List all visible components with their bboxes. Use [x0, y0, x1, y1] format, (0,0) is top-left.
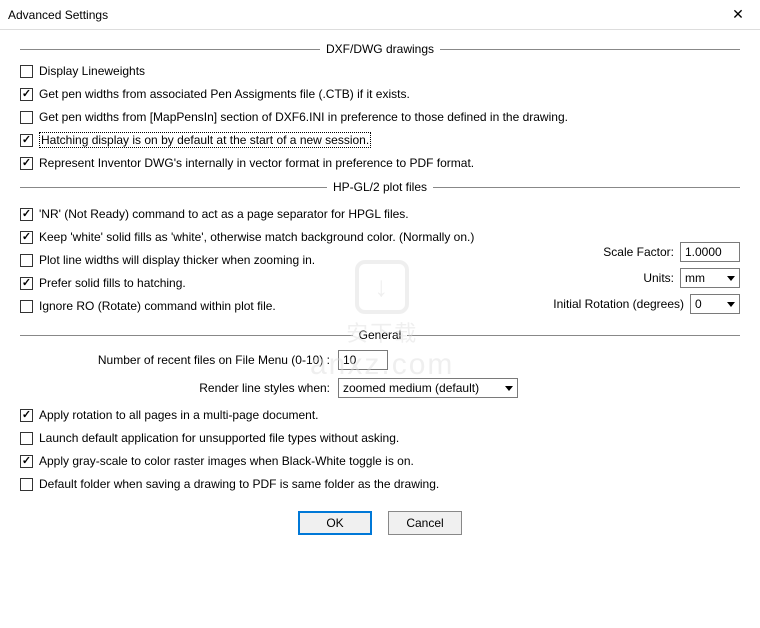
select-initial-rotation[interactable]: 0: [690, 294, 740, 314]
checkbox-default-folder[interactable]: [20, 478, 33, 491]
checkbox-represent-inventor[interactable]: [20, 157, 33, 170]
field-initial-rotation: Initial Rotation (degrees) 0: [540, 294, 740, 314]
label-pen-widths-ini: Get pen widths from [MapPensIn] section …: [39, 110, 568, 124]
checkbox-pen-widths-ctb[interactable]: [20, 88, 33, 101]
label-scale-factor: Scale Factor:: [603, 245, 674, 259]
section-header-hpgl: HP-GL/2 plot files: [20, 180, 740, 194]
row-pen-widths-ini: Get pen widths from [MapPensIn] section …: [20, 108, 740, 126]
close-button[interactable]: ✕: [716, 0, 760, 30]
select-render-line-styles[interactable]: zoomed medium (default): [338, 378, 518, 398]
label-render-line-styles: Render line styles when:: [20, 381, 330, 395]
section-header-dxf: DXF/DWG drawings: [20, 42, 740, 56]
general-inputs: Number of recent files on File Menu (0-1…: [20, 350, 740, 398]
divider: [433, 187, 740, 188]
section-title-dxf: DXF/DWG drawings: [320, 42, 440, 56]
label-hatching-default: Hatching display is on by default at the…: [39, 132, 371, 148]
ok-button-label: OK: [326, 516, 343, 530]
hpgl-checkboxes: 'NR' (Not Ready) command to act as a pag…: [20, 200, 540, 320]
label-plot-thicker: Plot line widths will display thicker wh…: [39, 253, 315, 267]
cancel-button-label: Cancel: [406, 516, 443, 530]
row-default-folder: Default folder when saving a drawing to …: [20, 475, 740, 493]
select-units-value: mm: [685, 271, 705, 285]
section-header-general: General: [20, 328, 740, 342]
input-scale-factor[interactable]: [680, 242, 740, 262]
row-keep-white: Keep 'white' solid fills as 'white', oth…: [20, 228, 540, 246]
close-icon: ✕: [732, 6, 744, 23]
section-title-hpgl: HP-GL/2 plot files: [327, 180, 433, 194]
row-pen-widths-ctb: Get pen widths from associated Pen Assig…: [20, 85, 740, 103]
checkbox-apply-rotation[interactable]: [20, 409, 33, 422]
label-keep-white: Keep 'white' solid fills as 'white', oth…: [39, 230, 474, 244]
field-scale-factor: Scale Factor:: [540, 242, 740, 262]
field-units: Units: mm: [540, 268, 740, 288]
label-units: Units:: [643, 271, 674, 285]
row-nr-separator: 'NR' (Not Ready) command to act as a pag…: [20, 205, 540, 223]
hpgl-fields: Scale Factor: Units: mm Initial Rotation…: [540, 200, 740, 320]
select-initial-rotation-value: 0: [695, 297, 702, 311]
label-nr-separator: 'NR' (Not Ready) command to act as a pag…: [39, 207, 409, 221]
divider: [20, 187, 327, 188]
row-prefer-solid: Prefer solid fills to hatching.: [20, 274, 540, 292]
row-plot-thicker: Plot line widths will display thicker wh…: [20, 251, 540, 269]
window-title: Advanced Settings: [8, 8, 108, 22]
row-display-lineweights: Display Lineweights: [20, 62, 740, 80]
label-apply-grayscale: Apply gray-scale to color raster images …: [39, 454, 414, 468]
label-launch-default: Launch default application for unsupport…: [39, 431, 399, 445]
divider: [20, 335, 353, 336]
label-pen-widths-ctb: Get pen widths from associated Pen Assig…: [39, 87, 410, 101]
checkbox-keep-white[interactable]: [20, 231, 33, 244]
divider: [407, 335, 740, 336]
checkbox-display-lineweights[interactable]: [20, 65, 33, 78]
hpgl-area: 'NR' (Not Ready) command to act as a pag…: [20, 200, 740, 320]
divider: [20, 49, 320, 50]
label-prefer-solid: Prefer solid fills to hatching.: [39, 276, 186, 290]
row-ignore-ro: Ignore RO (Rotate) command within plot f…: [20, 297, 540, 315]
input-recent-files[interactable]: [338, 350, 388, 370]
divider: [440, 49, 740, 50]
label-default-folder: Default folder when saving a drawing to …: [39, 477, 439, 491]
row-render-line-styles: Render line styles when: zoomed medium (…: [20, 378, 740, 398]
row-apply-rotation: Apply rotation to all pages in a multi-p…: [20, 406, 740, 424]
titlebar: Advanced Settings ✕: [0, 0, 760, 30]
checkbox-launch-default[interactable]: [20, 432, 33, 445]
row-launch-default: Launch default application for unsupport…: [20, 429, 740, 447]
checkbox-ignore-ro[interactable]: [20, 300, 33, 313]
checkbox-nr-separator[interactable]: [20, 208, 33, 221]
dialog-buttons: OK Cancel: [20, 511, 740, 535]
label-ignore-ro: Ignore RO (Rotate) command within plot f…: [39, 299, 276, 313]
label-apply-rotation: Apply rotation to all pages in a multi-p…: [39, 408, 319, 422]
row-represent-inventor: Represent Inventor DWG's internally in v…: [20, 154, 740, 172]
cancel-button[interactable]: Cancel: [388, 511, 462, 535]
select-render-line-styles-value: zoomed medium (default): [343, 381, 479, 395]
row-recent-files: Number of recent files on File Menu (0-1…: [20, 350, 740, 370]
dialog-content: DXF/DWG drawings Display Lineweights Get…: [0, 30, 760, 545]
label-recent-files: Number of recent files on File Menu (0-1…: [20, 353, 330, 367]
checkbox-prefer-solid[interactable]: [20, 277, 33, 290]
ok-button[interactable]: OK: [298, 511, 372, 535]
checkbox-apply-grayscale[interactable]: [20, 455, 33, 468]
checkbox-hatching-default[interactable]: [20, 134, 33, 147]
label-display-lineweights: Display Lineweights: [39, 64, 145, 78]
select-units[interactable]: mm: [680, 268, 740, 288]
checkbox-plot-thicker[interactable]: [20, 254, 33, 267]
row-apply-grayscale: Apply gray-scale to color raster images …: [20, 452, 740, 470]
label-represent-inventor: Represent Inventor DWG's internally in v…: [39, 156, 474, 170]
checkbox-pen-widths-ini[interactable]: [20, 111, 33, 124]
row-hatching-default: Hatching display is on by default at the…: [20, 131, 740, 149]
section-title-general: General: [353, 328, 408, 342]
label-initial-rotation: Initial Rotation (degrees): [553, 297, 684, 311]
